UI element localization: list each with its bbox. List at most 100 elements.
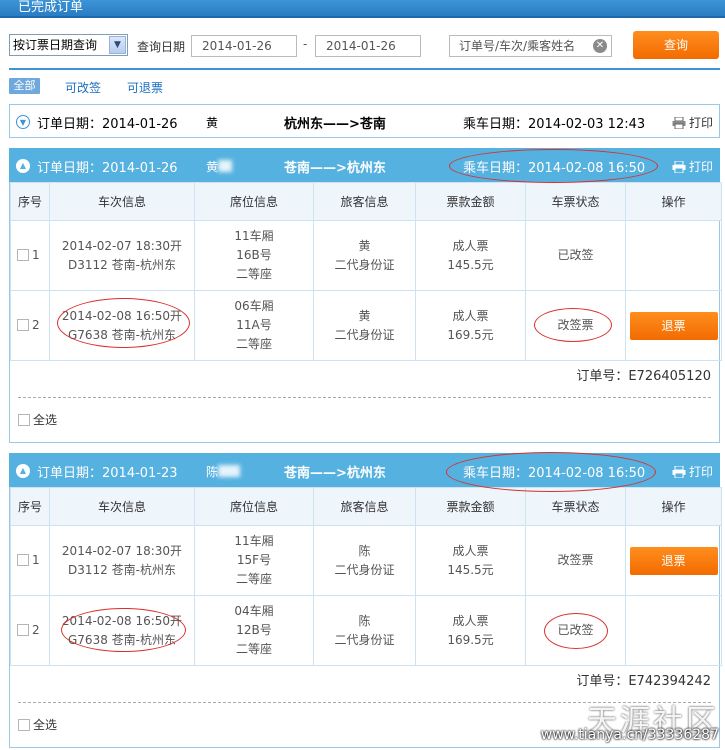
table-row: 1 2014-02-07 18:30开 D3112 苍南-杭州东 11车厢 16B号…: [10, 220, 722, 291]
refund-button[interactable]: 退票: [629, 311, 718, 340]
train-cell: 2014-02-08 16:50开 G7638 苍南-杭州东: [49, 595, 195, 666]
passenger-name: 黄: [206, 158, 233, 175]
price-cell: 成人票 169.5元: [415, 290, 526, 361]
printer-icon: [672, 161, 686, 173]
action-cell: [625, 595, 722, 666]
row-checkbox[interactable]: [17, 624, 29, 636]
passenger-cell: 黄二代身份证: [313, 290, 416, 361]
order-number: 订单号：E726405120: [576, 369, 711, 384]
order-collapsed: ▼ 订单日期：2014-01-26 黄 杭州东——>苍南 乘车日期：2014-0…: [9, 104, 720, 138]
filter-all[interactable]: 全部: [9, 78, 40, 94]
col-seq: 序号: [10, 487, 50, 526]
date-from-input[interactable]: 2014-01-26: [191, 35, 297, 57]
price-cell: 成人票 145.5元: [415, 525, 526, 596]
select-all[interactable]: 全选: [10, 398, 719, 442]
order-header[interactable]: ▲ 订单日期：2014-01-26 黄 苍南——>杭州东 乘车日期：2014-0…: [9, 148, 720, 182]
filter-changeable[interactable]: 可改签: [65, 79, 101, 96]
chevron-up-icon[interactable]: ▲: [16, 159, 30, 173]
passenger-name: 陈: [206, 463, 241, 480]
seat-cell: 06车厢 11A号 二等座: [194, 290, 314, 361]
col-price: 票款金额: [415, 487, 526, 526]
seq-cell: 1: [10, 220, 50, 291]
col-passenger: 旅客信息: [313, 487, 416, 526]
print-button[interactable]: 打印: [672, 463, 713, 480]
order-date: 订单日期：2014-01-26: [37, 117, 178, 132]
price-cell: 成人票 169.5元: [415, 595, 526, 666]
page-title: 已完成订单: [18, 0, 84, 15]
action-cell: 退票: [625, 290, 722, 361]
chevron-down-icon[interactable]: ▼: [16, 115, 30, 129]
table-row: 1 2014-02-07 18:30开 D3112 苍南-杭州东 11车厢 15F号…: [10, 525, 722, 596]
seat-cell: 04车厢 12B号 二等座: [194, 595, 314, 666]
order-body: 序号 车次信息 席位信息 旅客信息 票款金额 车票状态 操作 1 2014-02…: [9, 182, 722, 443]
passenger-cell: 黄二代身份证: [313, 220, 416, 291]
order-date: 订单日期：2014-01-23: [37, 466, 178, 481]
col-action: 操作: [625, 182, 722, 221]
table-row: 2 2014-02-08 16:50开 G7638 苍南-杭州东 04车厢 12B号…: [10, 595, 722, 666]
print-label: 打印: [688, 116, 713, 130]
status-cell: 已改签: [525, 220, 626, 291]
order-header[interactable]: ▲ 订单日期：2014-01-23 陈 苍南——>杭州东 乘车日期：2014-0…: [9, 453, 720, 487]
select-all-label: 全选: [33, 718, 58, 732]
search-row: 按订票日期查询 ▼ 查询日期 2014-01-26 - 2014-01-26 订…: [0, 30, 725, 62]
ticket-table: 序号 车次信息 席位信息 旅客信息 票款金额 车票状态 操作 1 2014-02…: [10, 182, 722, 361]
action-cell: 退票: [625, 525, 722, 596]
print-button[interactable]: 打印: [672, 114, 713, 131]
page-title-bar: 已完成订单: [0, 0, 725, 18]
select-all-checkbox[interactable]: [18, 414, 30, 426]
status-cell: 改签票: [525, 290, 626, 361]
date-label: 查询日期: [137, 40, 186, 54]
keyword-placeholder: 订单号/车次/乘客姓名: [459, 39, 576, 53]
seq-cell: 2: [10, 290, 50, 361]
order-number: 订单号：E742394242: [576, 674, 711, 689]
keyword-input[interactable]: 订单号/车次/乘客姓名 ✕: [449, 35, 612, 57]
row-checkbox[interactable]: [17, 249, 29, 261]
col-seat: 席位信息: [194, 487, 314, 526]
chevron-down-icon[interactable]: ▼: [109, 36, 126, 54]
col-seat: 席位信息: [194, 182, 314, 221]
table-header: 序号 车次信息 席位信息 旅客信息 票款金额 车票状态 操作: [10, 487, 722, 526]
travel-date: 乘车日期：2014-02-08 16:50: [463, 466, 646, 481]
row-checkbox[interactable]: [17, 554, 29, 566]
train-cell: 2014-02-07 18:30开 D3112 苍南-杭州东: [49, 220, 195, 291]
route: 苍南——>杭州东: [284, 161, 386, 176]
passenger-cell: 陈二代身份证: [313, 595, 416, 666]
table-header: 序号 车次信息 席位信息 旅客信息 票款金额 车票状态 操作: [10, 182, 722, 221]
seat-cell: 11车厢 16B号 二等座: [194, 220, 314, 291]
action-cell: [625, 220, 722, 291]
print-button[interactable]: 打印: [672, 158, 713, 175]
seq-cell: 1: [10, 525, 50, 596]
status-cell: 改签票: [525, 525, 626, 596]
price-cell: 成人票 145.5元: [415, 220, 526, 291]
clear-icon[interactable]: ✕: [593, 39, 607, 53]
refund-button[interactable]: 退票: [629, 546, 718, 575]
filter-refundable[interactable]: 可退票: [127, 79, 163, 96]
order-date: 订单日期：2014-01-26: [37, 161, 178, 176]
search-mode-value: 按订票日期查询: [13, 38, 98, 52]
col-action: 操作: [625, 487, 722, 526]
ticket-table: 序号 车次信息 席位信息 旅客信息 票款金额 车票状态 操作 1 2014-02…: [10, 487, 722, 666]
print-label: 打印: [688, 160, 713, 174]
search-mode-select[interactable]: 按订票日期查询 ▼: [9, 34, 128, 56]
route: 杭州东——>苍南: [284, 117, 386, 132]
select-all-checkbox[interactable]: [18, 719, 30, 731]
date-to-input[interactable]: 2014-01-26: [315, 35, 421, 57]
seat-cell: 11车厢 15F号 二等座: [194, 525, 314, 596]
passenger-cell: 陈二代身份证: [313, 525, 416, 596]
order-header[interactable]: ▼ 订单日期：2014-01-26 黄 杭州东——>苍南 乘车日期：2014-0…: [9, 104, 720, 138]
train-cell: 2014-02-08 16:50开 G7638 苍南-杭州东: [49, 290, 195, 361]
chevron-up-icon[interactable]: ▲: [16, 464, 30, 478]
table-row: 2 2014-02-08 16:50开 G7638 苍南-杭州东 06车厢 11A号…: [10, 290, 722, 361]
col-price: 票款金额: [415, 182, 526, 221]
watermark-url: www.tianya.cn/33336287: [540, 727, 719, 743]
divider: [9, 68, 720, 70]
train-cell: 2014-02-07 18:30开 D3112 苍南-杭州东: [49, 525, 195, 596]
select-all-label: 全选: [33, 413, 58, 427]
row-checkbox[interactable]: [17, 319, 29, 331]
route: 苍南——>杭州东: [284, 466, 386, 481]
date-separator: -: [303, 37, 308, 51]
col-train: 车次信息: [49, 487, 195, 526]
passenger-name: 黄: [206, 116, 219, 130]
col-status: 车票状态: [525, 182, 626, 221]
query-button[interactable]: 查询: [633, 31, 719, 59]
